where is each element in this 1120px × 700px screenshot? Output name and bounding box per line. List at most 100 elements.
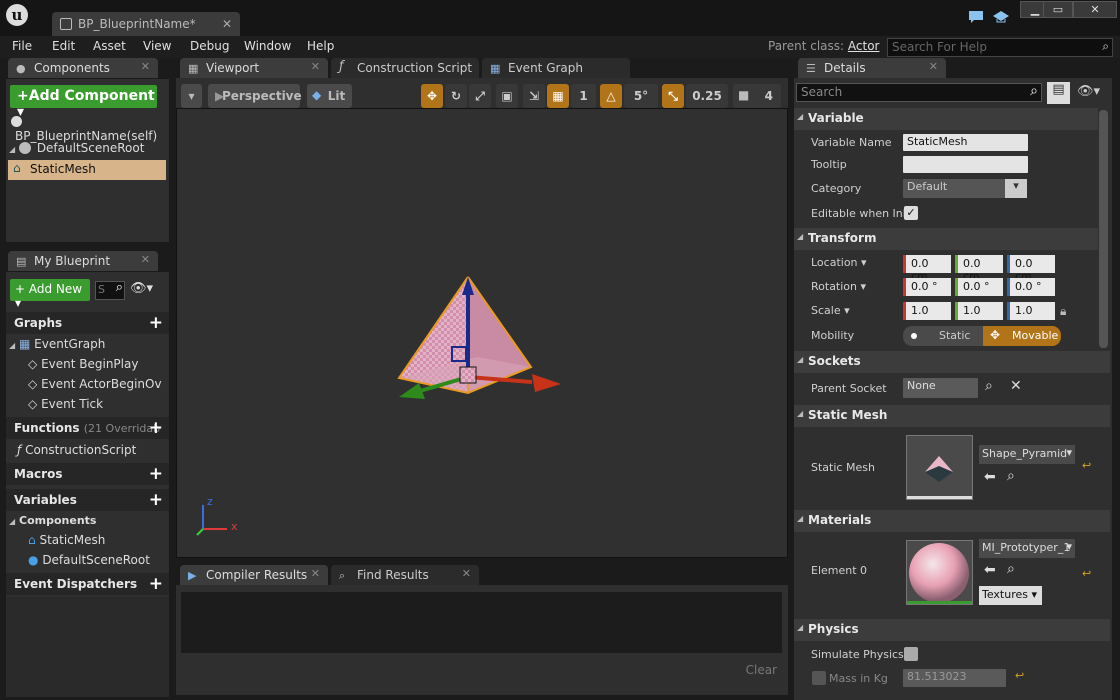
- location-label[interactable]: Location ▾: [811, 256, 867, 269]
- camera-speed-button[interactable]: ■ 4: [733, 84, 781, 108]
- surface-snap-button[interactable]: ⇲: [523, 84, 545, 108]
- grid-size-value[interactable]: 1: [571, 84, 596, 108]
- details-search-input[interactable]: Search ⌕: [796, 83, 1042, 102]
- variable-category-header[interactable]: Variable: [794, 108, 1098, 130]
- function-item[interactable]: ƒ ConstructionScript: [17, 443, 136, 457]
- document-tab[interactable]: BP_BlueprintName* ✕: [52, 12, 240, 36]
- blueprint-search-input[interactable]: S ⌕: [95, 280, 125, 300]
- scale-label[interactable]: Scale ▾: [811, 304, 850, 317]
- add-variable-icon[interactable]: +: [149, 490, 163, 510]
- tab-find-results[interactable]: ⌕ Find Results ✕: [331, 565, 479, 585]
- tab-components[interactable]: ● Components ✕: [8, 58, 158, 78]
- transform-category-header[interactable]: Transform: [794, 228, 1098, 250]
- materials-category-header[interactable]: Materials: [794, 510, 1110, 532]
- event-item[interactable]: ◇ Event ActorBeginOv: [28, 377, 162, 391]
- static-mesh-category-header[interactable]: Static Mesh: [794, 405, 1110, 427]
- menu-view[interactable]: View: [143, 39, 171, 53]
- rotation-x-field[interactable]: 0.0 °: [903, 278, 951, 296]
- chat-icon[interactable]: [968, 10, 984, 24]
- simulate-physics-checkbox[interactable]: [904, 647, 918, 661]
- rotation-z-field[interactable]: 0.0 °: [1007, 278, 1055, 296]
- close-tab-icon[interactable]: ✕: [311, 60, 320, 73]
- details-scrollbar[interactable]: [1099, 110, 1108, 348]
- rotation-label[interactable]: Rotation ▾: [811, 280, 866, 293]
- parent-class-link[interactable]: Actor: [848, 39, 880, 53]
- close-window-button[interactable]: ✕: [1073, 1, 1117, 18]
- location-z-field[interactable]: 0.0 cm: [1007, 255, 1055, 283]
- variable-item[interactable]: ⌂ StaticMesh: [28, 533, 105, 547]
- mass-field[interactable]: 81.513023: [903, 669, 1006, 687]
- menu-help[interactable]: Help: [307, 39, 334, 53]
- scale-snap-button[interactable]: ⤡: [662, 84, 684, 108]
- browse-search-icon[interactable]: ⌕: [1007, 561, 1015, 577]
- viewport-canvas[interactable]: z x: [176, 108, 788, 558]
- editable-checkbox[interactable]: ✓: [904, 206, 918, 220]
- mobility-static-button[interactable]: Static: [903, 326, 983, 346]
- close-tab-icon[interactable]: ✕: [929, 60, 938, 73]
- reset-arrow-icon[interactable]: ↩: [1082, 567, 1091, 580]
- add-dispatcher-icon[interactable]: +: [149, 574, 163, 594]
- menu-asset[interactable]: Asset: [93, 39, 126, 53]
- lit-button[interactable]: ◆ Lit: [307, 84, 352, 108]
- event-graph-item[interactable]: ◢ ▦ EventGraph: [9, 337, 105, 351]
- tab-details[interactable]: ☰ Details ✕: [798, 58, 946, 78]
- scale-snap-value[interactable]: 0.25: [686, 84, 728, 108]
- event-item[interactable]: ◇ Event BeginPlay: [28, 357, 138, 371]
- add-function-icon[interactable]: +: [149, 418, 163, 438]
- help-search-input[interactable]: Search For Help ⌕: [887, 38, 1113, 57]
- static-mesh-thumbnail[interactable]: [906, 435, 973, 500]
- components-subheader[interactable]: ◢ Components: [9, 514, 96, 527]
- reset-arrow-icon[interactable]: ↩: [1015, 669, 1024, 682]
- scale-mode-button[interactable]: ⤢: [469, 84, 491, 108]
- close-tab-icon[interactable]: ✕: [462, 567, 471, 580]
- location-y-field[interactable]: 0.0 cm: [955, 255, 1003, 283]
- component-self[interactable]: BP_BlueprintName(self): [11, 115, 169, 143]
- rotation-y-field[interactable]: 0.0 °: [955, 278, 1003, 296]
- viewport-options-dropdown[interactable]: ▾: [181, 84, 202, 108]
- tab-viewport[interactable]: ▦ Viewport ✕: [180, 58, 328, 78]
- event-item[interactable]: ◇ Event Tick: [28, 397, 103, 411]
- browse-search-icon[interactable]: ⌕: [1007, 468, 1015, 484]
- grid-snap-button[interactable]: ▦: [547, 84, 569, 108]
- sockets-category-header[interactable]: Sockets: [794, 351, 1110, 373]
- textures-dropdown[interactable]: Textures ▾: [979, 586, 1042, 605]
- search-icon[interactable]: ⌕: [985, 378, 993, 394]
- variable-item[interactable]: ● DefaultSceneRoot: [28, 553, 150, 567]
- add-macro-icon[interactable]: +: [149, 464, 163, 484]
- graphs-header[interactable]: Graphs +: [6, 312, 169, 334]
- rotate-mode-button[interactable]: ↻: [445, 84, 467, 108]
- parent-socket-field[interactable]: None: [903, 378, 978, 398]
- material-dropdown[interactable]: MI_Prototyper_1 ▾: [979, 539, 1075, 558]
- scale-z-field[interactable]: 1.0: [1007, 302, 1055, 320]
- add-component-button[interactable]: +Add Component ▾: [10, 85, 157, 120]
- add-new-button[interactable]: + Add New ▾: [10, 279, 90, 310]
- rotation-snap-button[interactable]: △: [600, 84, 622, 108]
- scale-y-field[interactable]: 1.0: [955, 302, 1003, 320]
- clear-button[interactable]: Clear: [746, 663, 777, 677]
- eye-icon[interactable]: 👁︎▾: [1077, 84, 1100, 99]
- close-tab-icon[interactable]: ✕: [141, 253, 150, 266]
- mass-override-checkbox[interactable]: [812, 671, 826, 685]
- static-mesh-dropdown[interactable]: Shape_Pyramid ▾: [979, 445, 1075, 464]
- feedback-icon[interactable]: [992, 10, 1009, 24]
- property-matrix-icon[interactable]: ▤: [1047, 82, 1070, 104]
- close-tab-icon[interactable]: ✕: [311, 567, 320, 580]
- tooltip-field[interactable]: [903, 156, 1028, 173]
- tab-event-graph[interactable]: ▦ Event Graph: [482, 58, 630, 78]
- lock-icon[interactable]: 🔒︎: [1060, 304, 1066, 319]
- functions-header[interactable]: Functions (21 Overridab +: [6, 417, 169, 439]
- physics-category-header[interactable]: Physics: [794, 619, 1110, 641]
- category-dropdown[interactable]: Default ▾: [903, 179, 1027, 198]
- mobility-movable-button[interactable]: ✥ Movable: [983, 326, 1061, 346]
- close-tab-icon[interactable]: ✕: [222, 17, 232, 31]
- tab-construction-script[interactable]: ƒ Construction Script: [331, 58, 479, 78]
- eye-icon[interactable]: 👁︎▾: [130, 281, 153, 296]
- tab-my-blueprint[interactable]: ▤ My Blueprint ✕: [8, 251, 158, 271]
- world-local-button[interactable]: ▣: [496, 84, 518, 108]
- tab-compiler-results[interactable]: ▶ Compiler Results ✕: [180, 565, 328, 585]
- use-selected-arrow-icon[interactable]: ⬅: [984, 469, 996, 485]
- clear-icon[interactable]: ✕: [1010, 378, 1022, 394]
- menu-debug[interactable]: Debug: [190, 39, 229, 53]
- rotation-snap-value[interactable]: 5°: [624, 84, 658, 108]
- menu-file[interactable]: File: [12, 39, 32, 53]
